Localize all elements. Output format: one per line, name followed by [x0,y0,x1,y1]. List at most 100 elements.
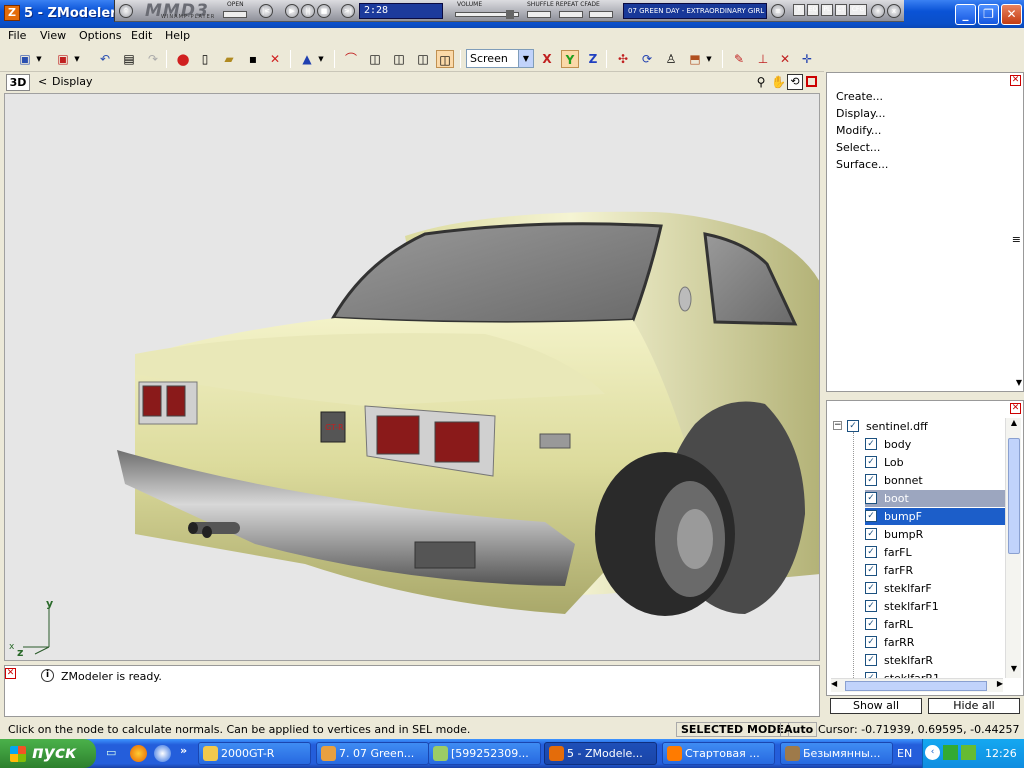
stop-icon[interactable]: ■ [317,4,331,18]
export-icon[interactable]: ▣ [54,50,72,68]
tree-root[interactable]: ✓ sentinel.dff [847,418,987,435]
command-create[interactable]: Create... [836,90,883,103]
checkbox-icon[interactable]: ✓ [865,564,877,576]
import-dropdown-icon[interactable]: ▼ [34,50,44,68]
start-button[interactable]: пуск [0,739,96,768]
checkbox-icon[interactable]: ✓ [847,420,859,432]
command-panel-close-icon[interactable]: ✕ [1010,75,1021,86]
coordinate-system-dropdown[interactable]: Screen ▼ [466,49,534,68]
import-icon[interactable]: ▣ [16,50,34,68]
taskbar-button[interactable]: 2000GT-R [198,742,311,765]
open-button[interactable] [223,11,247,18]
volume-slider[interactable] [455,10,519,19]
scroll-down-icon[interactable]: ▼ [1016,378,1022,387]
menu-options[interactable]: Options [79,29,121,42]
save-icon[interactable]: ▪ [244,50,262,68]
scroll-down-icon[interactable]: ▼ [1008,664,1020,678]
tree-item[interactable]: ✓ Lob [865,454,1005,471]
checkbox-icon[interactable]: ✓ [865,636,877,648]
tree-item[interactable]: ✓ steklfarF [865,580,1005,597]
open-folder-icon[interactable]: ▰ [220,50,238,68]
checkbox-icon[interactable]: ✓ [865,528,877,540]
record-icon[interactable]: ● [174,50,192,68]
chevron-down-icon[interactable]: ▼ [518,50,533,67]
taskbar-button[interactable]: 7. 07 Green... [316,742,429,765]
hierarchy-hscrollbar[interactable]: ◀ ▶ [831,678,1003,692]
selected-mode-icon[interactable]: ◫ [436,50,454,68]
checkbox-icon[interactable]: ✓ [865,654,877,666]
hierarchy-close-icon[interactable]: ✕ [1010,403,1021,414]
player-toggle-pl[interactable]: PL [821,4,833,16]
tree-item[interactable]: ✓ farFL [865,544,1005,561]
scale-dropdown-icon[interactable]: ▼ [704,50,714,68]
log-close-icon[interactable]: ✕ [5,668,16,679]
checkbox-icon[interactable]: ✓ [865,600,877,612]
axis-x-toggle[interactable]: X [538,50,556,68]
title-bar[interactable]: Z 5 - ZModeler ve ^ MMD3 WINAMP-PLAYER O… [0,0,1024,28]
menu-view[interactable]: View [40,29,66,42]
tree-item[interactable]: ✓ steklfarR [865,652,1005,669]
hide-all-button[interactable]: Hide all [928,698,1020,714]
taskbar-button[interactable]: Безымянны... [780,742,893,765]
taskbar-button[interactable]: [599252309... [428,742,541,765]
player-minimize-icon[interactable]: - [871,4,885,18]
undo-icon[interactable]: ↶ [96,50,114,68]
menu-help[interactable]: Help [165,29,190,42]
tree-item[interactable]: ✓ steklfarF1 [865,598,1005,615]
rotate-tool-icon[interactable]: ⟳ [638,50,656,68]
tree-item[interactable]: ✓ bonnet [865,472,1005,489]
3d-viewport[interactable]: GT-R y x z [4,93,820,661]
menu-edit[interactable]: Edit [131,29,152,42]
player-toggle-eq[interactable]: EQ [807,4,819,16]
viewport-mode-button[interactable]: 3D [6,74,30,91]
scroll-right-icon[interactable]: ▶ [997,679,1003,688]
next-track-icon[interactable]: >| [341,4,355,18]
checkbox-icon[interactable]: ✓ [865,474,877,486]
tree-item[interactable]: ✓ bumpR [865,526,1005,543]
checkbox-icon[interactable]: ✓ [865,438,877,450]
new-file-icon[interactable]: ▯ [196,50,214,68]
browser-quicklaunch-icon[interactable] [154,745,171,762]
viewport-back-arrow[interactable]: < [38,75,47,88]
tree-item[interactable]: ✓ bumpF [865,508,1005,525]
minimize-button[interactable]: _ [955,4,976,25]
scroll-up-icon[interactable]: ▲ [1008,418,1020,432]
firefox-quicklaunch-icon[interactable] [130,745,147,762]
play-icon[interactable]: ▶ [285,4,299,18]
tray-app-icon[interactable] [961,745,976,760]
taskbar-button[interactable]: 5 - ZModele... [544,742,657,765]
mirror-tool-icon[interactable]: ✕ [776,50,794,68]
properties-icon[interactable]: ▤ [120,50,138,68]
pan-hand-icon[interactable]: ✋ [771,75,786,89]
scroll-thumb[interactable] [1008,438,1020,554]
menu-file[interactable]: File [8,29,26,42]
show-all-button[interactable]: Show all [830,698,922,714]
checkbox-icon[interactable]: ✓ [865,546,877,558]
close-button[interactable]: ✕ [1001,4,1022,25]
show-desktop-icon[interactable]: ▭ [106,746,122,762]
panel-grip-icon[interactable]: ≡ [1012,233,1021,246]
prev-track-icon[interactable]: |< [259,4,273,18]
zoom-icon[interactable]: ⚲ [754,75,768,89]
command-surface[interactable]: Surface... [836,158,888,171]
axis-z-toggle[interactable]: Z [584,50,602,68]
pause-icon[interactable]: || [301,4,315,18]
player-toggle-ct[interactable]: CT [835,4,847,16]
checkbox-icon[interactable]: ✓ [865,618,877,630]
collapse-icon[interactable]: − [833,421,842,430]
vertex-mode-icon[interactable]: ⌒ [342,50,360,68]
primitive-dropdown-icon[interactable]: ▼ [316,50,326,68]
tree-item[interactable]: ✓ boot [865,490,1005,507]
hierarchy-scrollbar[interactable]: ▲ ▼ [1005,418,1021,678]
checkbox-icon[interactable]: ✓ [865,456,877,468]
playlist-menu-icon[interactable]: ≡ [771,4,785,18]
restore-button[interactable]: ❐ [978,4,999,25]
zmodeler-app-icon[interactable]: Z [4,5,20,21]
shuffle-toggle[interactable] [527,11,551,18]
player-close-icon[interactable]: x [887,4,901,18]
pivot-tool-icon[interactable]: ✛ [798,50,816,68]
maximize-viewport-icon[interactable] [806,76,817,87]
tree-item[interactable]: ✓ farRL [865,616,1005,633]
language-indicator[interactable]: EN [897,747,912,760]
axis-gizmo-icon[interactable]: ⊥ [754,50,772,68]
